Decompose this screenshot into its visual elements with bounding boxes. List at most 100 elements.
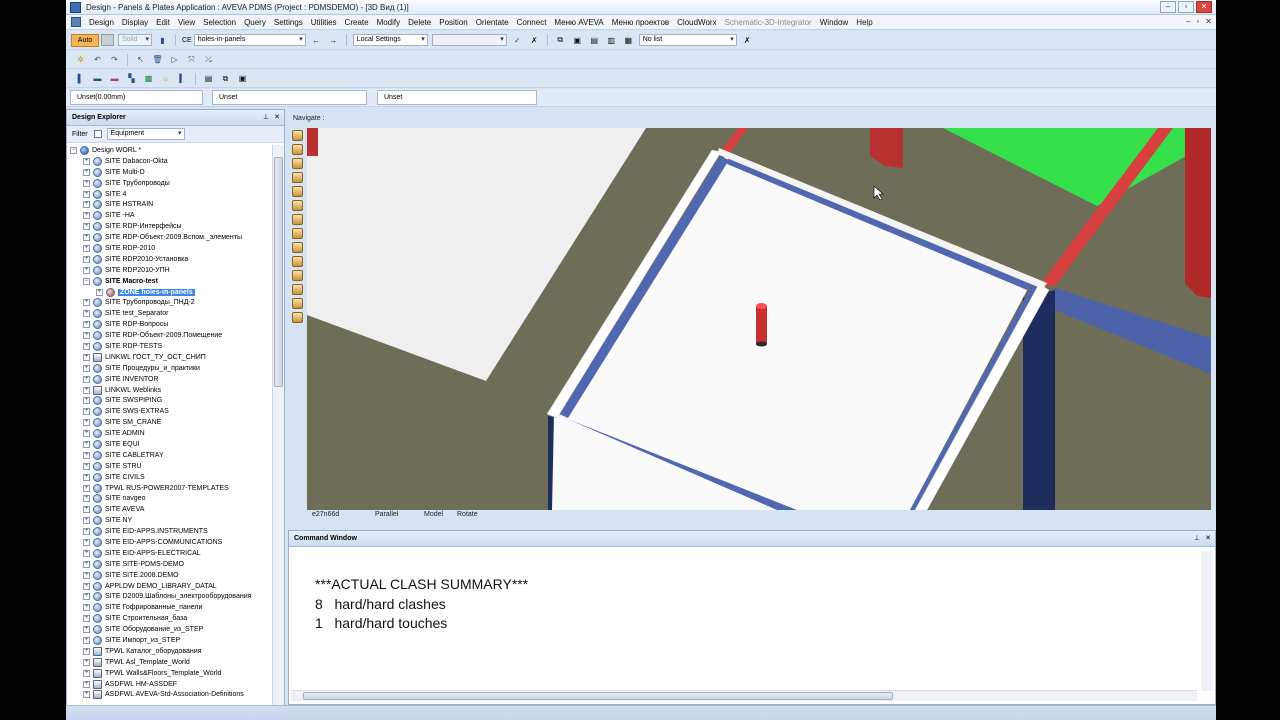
tree-item[interactable]: + SITE 4 xyxy=(67,189,273,200)
tree-item[interactable]: + APPLDW DEMO_LIBRARY_DATAL xyxy=(67,581,273,592)
expand-icon[interactable]: + xyxy=(83,299,90,307)
tree-item[interactable]: + SITE SWSPIPING xyxy=(67,395,273,406)
expand-icon[interactable]: + xyxy=(83,364,90,372)
tree-item[interactable]: + SITE NY xyxy=(67,515,273,526)
view-tool-fly-icon[interactable] xyxy=(292,144,303,155)
panel-icon[interactable]: ▌ xyxy=(74,73,87,85)
expand-icon[interactable]: + xyxy=(83,223,90,231)
save-all-icon[interactable]: ▤ xyxy=(588,34,601,46)
tree-item[interactable]: + TPWL RUS-POWER2007-TEMPLATES xyxy=(67,483,273,494)
menu-item[interactable]: Query xyxy=(240,18,270,27)
view-tool-select-icon[interactable] xyxy=(292,270,303,281)
tree-item[interactable]: + SITE RDP-Объект-2009.Вспом._элементы xyxy=(67,232,273,243)
expand-icon[interactable]: + xyxy=(83,375,90,383)
expand-icon[interactable]: + xyxy=(83,353,90,361)
tree-item[interactable]: + ASDFWL AVEVA-Std-Association-Definition… xyxy=(67,690,273,701)
check-icon[interactable]: ✓ xyxy=(511,34,524,46)
expand-icon[interactable]: + xyxy=(83,190,90,198)
ce-combo[interactable]: holes-in-panels xyxy=(193,34,306,46)
pattern-icon[interactable]: ▩ xyxy=(142,73,155,85)
tree-item[interactable]: + SITE SITE-PDMS-DEMO xyxy=(67,559,273,570)
menu-item[interactable]: Меню AVEVA xyxy=(550,18,607,27)
expand-icon[interactable]: + xyxy=(83,397,90,405)
expand-icon[interactable]: + xyxy=(83,484,90,492)
expand-icon[interactable]: + xyxy=(83,451,90,459)
tree-item[interactable]: − SITE Macro-test xyxy=(67,276,273,287)
3d-viewport[interactable] xyxy=(307,128,1211,510)
expand-icon[interactable]: + xyxy=(83,495,90,503)
play-icon[interactable]: ▷ xyxy=(168,54,181,66)
expand-icon[interactable]: + xyxy=(83,669,90,677)
menu-item[interactable]: Create xyxy=(341,18,373,27)
menu-item[interactable]: Selection xyxy=(199,18,240,27)
expand-icon[interactable]: + xyxy=(83,179,90,187)
hscroll-thumb[interactable] xyxy=(303,692,893,700)
menu-item[interactable]: Settings xyxy=(270,18,307,27)
view-tool-walk-icon[interactable] xyxy=(292,130,303,141)
view-tool-zoom-icon[interactable] xyxy=(292,158,303,169)
expand-icon[interactable]: + xyxy=(83,168,90,176)
units-field-2[interactable]: Unset xyxy=(212,90,367,105)
pointer-icon[interactable]: ↖ xyxy=(134,54,147,66)
expand-icon[interactable]: + xyxy=(83,539,90,546)
tree-item[interactable]: + SITE RDP-Вопросы xyxy=(67,319,273,330)
command-vscrollbar[interactable] xyxy=(1201,551,1213,691)
expand-icon[interactable]: + xyxy=(83,582,90,590)
table-icon[interactable]: ▤ xyxy=(202,73,215,85)
collapse-icon[interactable]: − xyxy=(83,277,90,285)
copy-icon[interactable]: ⧉ xyxy=(554,34,567,46)
light-icon[interactable]: ☼ xyxy=(159,73,172,85)
expand-icon[interactable]: + xyxy=(83,430,90,438)
expand-icon[interactable]: + xyxy=(83,549,90,557)
expand-icon[interactable]: + xyxy=(83,386,90,394)
mdi-restore-icon[interactable]: ▫ xyxy=(1196,17,1199,26)
expand-icon[interactable]: + xyxy=(83,342,90,350)
tree-item[interactable]: + SITE RDP-TESTS xyxy=(67,341,273,352)
command-hscrollbar[interactable] xyxy=(291,690,1197,701)
view-tool-move-icon[interactable] xyxy=(292,228,303,239)
expand-icon[interactable]: + xyxy=(83,593,90,601)
menu-item[interactable]: Delete xyxy=(404,18,435,27)
tree-item[interactable]: + SITE CABLETRAY xyxy=(67,450,273,461)
tree-item[interactable]: + SITE CIVILS xyxy=(67,472,273,483)
tree-item[interactable]: + SITE Процедуры_и_практики xyxy=(67,363,273,374)
expand-icon[interactable]: + xyxy=(83,691,90,699)
expand-icon[interactable]: + xyxy=(83,604,90,612)
tree-item[interactable]: + SITE EID-APPS-COMMUNICATIONS xyxy=(67,537,273,548)
expand-icon[interactable]: + xyxy=(83,408,90,416)
tree-item[interactable]: + SITE -HA xyxy=(67,210,273,221)
cylinder-icon[interactable]: ▮ xyxy=(156,34,169,46)
expand-icon[interactable]: + xyxy=(83,255,90,263)
expand-icon[interactable]: + xyxy=(83,680,90,688)
collapse-icon[interactable]: − xyxy=(70,146,77,154)
fitting-icon[interactable]: ▚ xyxy=(125,73,138,85)
menu-item[interactable]: Modify xyxy=(373,18,405,27)
pin-icon[interactable]: ⊥ xyxy=(263,110,269,126)
filter-checkbox[interactable] xyxy=(93,130,102,138)
expand-icon[interactable]: + xyxy=(83,626,90,634)
solid-combo[interactable]: Solid xyxy=(118,34,152,46)
tree-item[interactable]: + SITE RDP-Интерфейсы xyxy=(67,221,273,232)
3d-scene[interactable] xyxy=(307,128,1211,510)
tree-item[interactable]: + SITE SITE.2008.DEMO xyxy=(67,570,273,581)
tree-item[interactable]: + SITE SM_CRANE xyxy=(67,417,273,428)
menu-item[interactable]: Design xyxy=(85,18,118,27)
mdi-close-icon[interactable]: ✕ xyxy=(1205,17,1212,26)
expand-icon[interactable]: + xyxy=(83,517,90,525)
tree-item[interactable]: + ZONE holes-in-panels xyxy=(67,287,273,298)
list-clear-icon[interactable]: ✗ xyxy=(741,34,754,46)
view-tool-settings-icon[interactable] xyxy=(292,298,303,309)
menu-item[interactable]: Position xyxy=(435,18,471,27)
measure-icon[interactable]: ⤯ xyxy=(202,54,215,66)
tree-item[interactable]: + SITE Multi-D xyxy=(67,167,273,178)
expand-icon[interactable]: + xyxy=(83,157,90,165)
tree-item[interactable]: + SITE ADMIN xyxy=(67,428,273,439)
color-swatch-icon[interactable] xyxy=(101,34,114,46)
menu-item[interactable]: View xyxy=(174,18,199,27)
expand-icon[interactable]: + xyxy=(83,266,90,274)
tree-item[interactable]: + SITE INVENTOR xyxy=(67,374,273,385)
layers-icon[interactable]: ⧉ xyxy=(219,73,232,85)
restore-button[interactable]: ▫ xyxy=(1178,1,1194,13)
panel-close-icon[interactable]: ✕ xyxy=(274,110,280,126)
tree-item[interactable]: + LINKWL Weblinks xyxy=(67,385,273,396)
